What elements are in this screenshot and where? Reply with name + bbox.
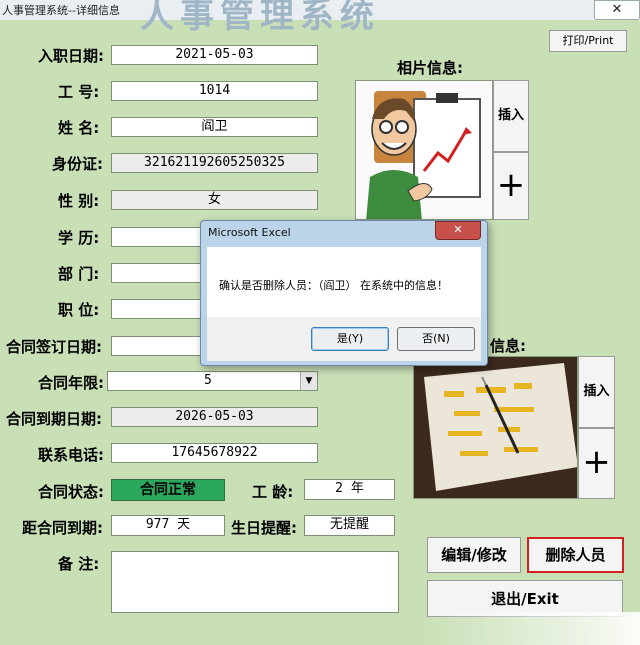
dialog-message: 确认是否删除人员：（阎卫） 在系统中的信息！ <box>219 279 448 292</box>
chevron-down-icon[interactable]: ▼ <box>300 372 317 390</box>
contract-years-value: 5 <box>204 373 212 388</box>
dialog-body: 确认是否删除人员：（阎卫） 在系统中的信息！ <box>207 247 481 317</box>
contract-end-date-field[interactable]: 2026-05-03 <box>111 407 318 427</box>
contract-years-label: 合同年限: <box>38 374 104 392</box>
contract-sign-date-label: 合同签订日期: <box>6 338 102 356</box>
document-photo-image <box>413 356 578 499</box>
department-label: 部 门: <box>58 265 100 283</box>
name-label: 姓 名: <box>58 119 100 137</box>
gender-label: 性 别: <box>58 192 100 210</box>
print-button[interactable]: 打印/Print <box>549 30 627 52</box>
dialog-yes-button[interactable]: 是(Y) <box>311 327 389 351</box>
gender-field[interactable]: 女 <box>111 190 318 210</box>
second-add-button[interactable]: + <box>578 428 615 499</box>
confirm-delete-dialog: Microsoft Excel ✕ 确认是否删除人员：（阎卫） 在系统中的信息！… <box>200 220 488 366</box>
id-card-label: 身份证: <box>52 155 103 173</box>
contract-end-date-label: 合同到期日期: <box>6 410 102 428</box>
hire-date-field[interactable]: 2021-05-03 <box>111 45 318 65</box>
contract-status-badge: 合同正常 <box>111 479 225 501</box>
dialog-footer: 是(Y) 否(N) <box>207 317 481 361</box>
days-to-expiry-label: 距合同到期: <box>22 519 103 537</box>
name-field[interactable]: 阎卫 <box>111 117 318 137</box>
dialog-close-button[interactable]: ✕ <box>435 221 481 240</box>
phone-field[interactable]: 17645678922 <box>111 443 318 463</box>
delete-button[interactable]: 删除人员 <box>527 537 624 573</box>
bottom-fade <box>420 612 640 645</box>
title-watermark: 人事管理系统 <box>140 0 380 36</box>
window-close-button[interactable]: ✕ <box>594 0 640 20</box>
second-section-label: 信息: <box>490 337 526 355</box>
employee-no-field[interactable]: 1014 <box>111 81 318 101</box>
remarks-textarea[interactable] <box>111 551 399 613</box>
seniority-label: 工 龄: <box>252 483 294 501</box>
phone-label: 联系电话: <box>38 446 104 464</box>
edit-button[interactable]: 编辑/修改 <box>427 537 521 573</box>
employee-no-label: 工 号: <box>58 83 100 101</box>
position-label: 职 位: <box>58 301 100 319</box>
contract-years-select[interactable]: 5 ▼ <box>107 371 318 391</box>
contract-status-label: 合同状态: <box>38 483 104 501</box>
id-card-field[interactable]: 321621192605250325 <box>111 153 318 173</box>
photo-cartoon-image <box>355 80 493 220</box>
birthday-reminder-label: 生日提醒: <box>231 519 297 537</box>
photo-insert-button[interactable]: 插入 <box>493 80 529 152</box>
birthday-reminder-field[interactable]: 无提醒 <box>304 515 395 536</box>
days-to-expiry-field[interactable]: 977 天 <box>111 515 225 536</box>
remarks-label: 备 注: <box>58 555 100 573</box>
education-label: 学 历: <box>58 229 100 247</box>
window-title: 人事管理系统--详细信息 <box>2 4 120 17</box>
dialog-no-button[interactable]: 否(N) <box>397 327 475 351</box>
photo-section-label: 相片信息: <box>397 59 463 77</box>
hire-date-label: 入职日期: <box>38 47 104 65</box>
seniority-field[interactable]: 2 年 <box>304 479 395 500</box>
dialog-title: Microsoft Excel <box>208 226 291 239</box>
second-insert-button[interactable]: 插入 <box>578 356 615 428</box>
photo-add-button[interactable]: + <box>493 152 529 220</box>
close-icon: ✕ <box>453 223 463 236</box>
window-titlebar: 人事管理系统 人事管理系统--详细信息 <box>0 0 640 36</box>
